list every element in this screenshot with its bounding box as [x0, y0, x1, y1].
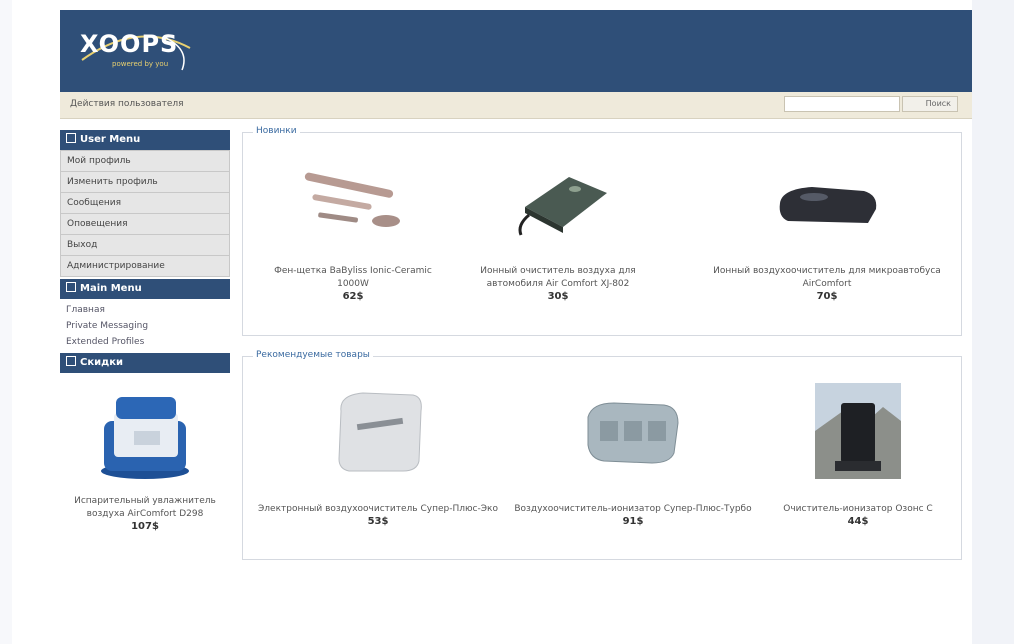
- user-menu-item-notifications[interactable]: Оповещения: [60, 214, 230, 235]
- main-menu-title: Main Menu: [60, 279, 230, 299]
- product-card[interactable]: Фен-щетка BaByliss Ionic-Ceramic 1000W 6…: [263, 163, 443, 302]
- search-button[interactable]: Поиск: [902, 96, 958, 112]
- user-menu-title: User Menu: [60, 130, 230, 150]
- product-name[interactable]: Фен-щетка BaByliss Ionic-Ceramic 1000W: [263, 265, 443, 291]
- user-menu-item-logout[interactable]: Выход: [60, 235, 230, 256]
- eco-air-purifier-product-image[interactable]: [323, 381, 433, 477]
- site-logo[interactable]: XOOPS powered by you: [78, 30, 198, 78]
- block-icon: [66, 133, 76, 143]
- new-products-legend: Новинки: [253, 126, 300, 136]
- discounts-title-text: Скидки: [80, 357, 124, 368]
- product-card[interactable]: Ионный очиститель воздуха для автомобиля…: [453, 163, 663, 302]
- new-products-box: Новинки Фен-щетка BaByliss Ionic-Ceramic…: [242, 126, 962, 336]
- main-menu-item-extended-profiles[interactable]: Extended Profiles: [60, 334, 230, 350]
- user-menu-list: Мой профиль Изменить профиль Сообщения О…: [60, 150, 230, 277]
- featured-product-price: 107$: [131, 521, 159, 532]
- featured-product-name[interactable]: Испарительный увлажнитель воздуха AirCom…: [65, 495, 225, 521]
- hair-brush-product-image[interactable]: [298, 163, 408, 243]
- recommended-products-legend: Рекомендуемые товары: [253, 350, 373, 360]
- product-card[interactable]: Воздухоочиститель-ионизатор Супер-Плюс-Т…: [513, 381, 753, 527]
- search-input[interactable]: [784, 96, 900, 112]
- recommended-products-box: Рекомендуемые товары Электронный воздухо…: [242, 350, 962, 560]
- product-name[interactable]: Ионный воздухоочиститель для микроавтобу…: [709, 265, 945, 291]
- main-menu-list: Главная Private Messaging Extended Profi…: [60, 299, 230, 350]
- ozone-ionizer-product-image[interactable]: [803, 381, 913, 481]
- user-actions-label: Действия пользователя: [70, 99, 184, 109]
- discounts-title: Скидки: [60, 353, 230, 373]
- van-air-purifier-product-image[interactable]: [772, 163, 882, 243]
- header: XOOPS powered by you: [60, 10, 972, 92]
- product-name[interactable]: Очиститель-ионизатор Озонс С: [763, 503, 953, 516]
- car-air-purifier-product-image[interactable]: [503, 163, 613, 243]
- product-price: 70$: [816, 291, 838, 302]
- product-name[interactable]: Электронный воздухоочиститель Супер-Плюс…: [253, 503, 503, 516]
- user-menu-item-profile[interactable]: Мой профиль: [60, 150, 230, 172]
- product-price: 30$: [547, 291, 569, 302]
- user-menu-item-admin[interactable]: Администрирование: [60, 256, 230, 277]
- block-icon: [66, 282, 76, 292]
- product-price: 62$: [342, 291, 364, 302]
- user-menu-item-edit-profile[interactable]: Изменить профиль: [60, 172, 230, 193]
- sidebar: User Menu Мой профиль Изменить профиль С…: [60, 130, 230, 532]
- left-margin: [0, 0, 12, 644]
- product-card[interactable]: Очиститель-ионизатор Озонс С 44$: [763, 381, 953, 527]
- right-margin: [972, 0, 1014, 644]
- main-menu-title-text: Main Menu: [80, 283, 142, 294]
- site-container: XOOPS powered by you Действия пользовате…: [60, 10, 972, 644]
- main-menu-item-private-messaging[interactable]: Private Messaging: [60, 318, 230, 334]
- product-name[interactable]: Ионный очиститель воздуха для автомобиля…: [453, 265, 663, 291]
- product-card[interactable]: Электронный воздухоочиститель Супер-Плюс…: [253, 381, 503, 527]
- block-icon: [66, 356, 76, 366]
- product-card[interactable]: Ионный воздухоочиститель для микроавтобу…: [709, 163, 945, 302]
- product-name[interactable]: Воздухоочиститель-ионизатор Супер-Плюс-Т…: [513, 503, 753, 516]
- product-price: 53$: [367, 516, 389, 527]
- featured-product[interactable]: Испарительный увлажнитель воздуха AirCom…: [60, 373, 230, 532]
- main-menu-item-home[interactable]: Главная: [60, 302, 230, 318]
- product-price: 91$: [622, 516, 644, 527]
- turbo-air-purifier-product-image[interactable]: [578, 381, 688, 477]
- product-price: 44$: [847, 516, 869, 527]
- logo-text: XOOPS: [80, 30, 179, 58]
- user-menu-item-messages[interactable]: Сообщения: [60, 193, 230, 214]
- humidifier-product-image[interactable]: [90, 383, 200, 483]
- top-bar: Действия пользователя Поиск: [60, 92, 972, 119]
- user-menu-title-text: User Menu: [80, 134, 141, 145]
- logo-subtext: powered by you: [112, 60, 169, 68]
